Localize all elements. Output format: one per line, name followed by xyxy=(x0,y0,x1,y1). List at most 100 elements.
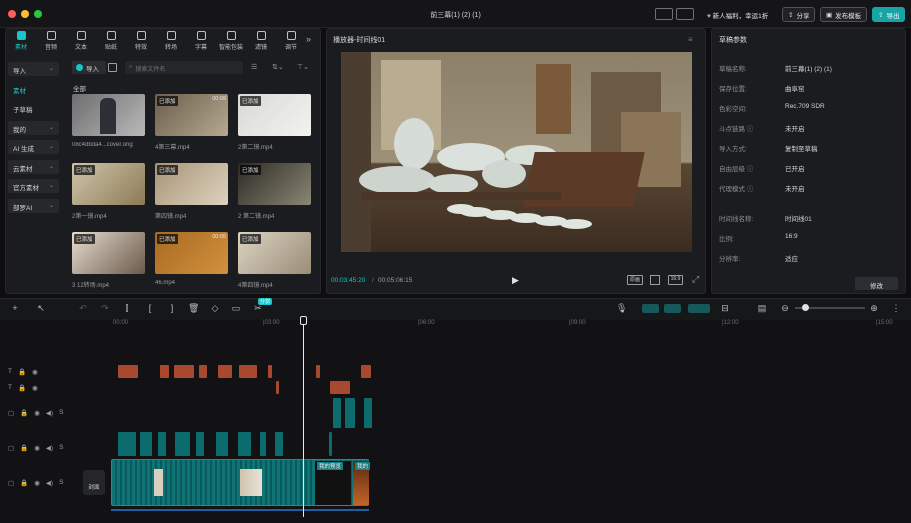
quality-button[interactable]: 原画 xyxy=(627,275,643,285)
mic-icon[interactable]: 🎙 xyxy=(616,303,627,313)
sort-icon[interactable]: ⇅⌄ xyxy=(272,63,284,71)
tab-sticker[interactable]: 贴纸 xyxy=(96,30,126,52)
list-view-icon[interactable]: ☰ xyxy=(251,63,257,71)
subtitle-clip[interactable] xyxy=(118,365,138,378)
tab-adjust[interactable]: 调节 xyxy=(276,30,306,52)
media-thumbnail[interactable]: 已添加 00:05 xyxy=(155,232,228,274)
media-thumbnail[interactable]: 已添加 xyxy=(155,163,228,205)
solo-icon[interactable]: S xyxy=(59,444,63,452)
trim-right-icon[interactable]: ] xyxy=(167,303,177,313)
audio-clip[interactable] xyxy=(175,432,190,456)
tab-text[interactable]: 文本 xyxy=(66,30,96,52)
subtitle-clip[interactable] xyxy=(174,365,194,378)
lock-icon[interactable]: 🔒 xyxy=(18,368,26,376)
grid-view-icon[interactable] xyxy=(108,63,117,72)
play-button[interactable]: ▶ xyxy=(512,275,519,286)
category-item[interactable]: 云素材 ⌄ xyxy=(8,159,59,174)
more-icon[interactable]: ⋮ xyxy=(891,303,901,313)
trim-left-icon[interactable]: [ xyxy=(145,303,155,313)
redo-icon[interactable]: ↷ xyxy=(100,303,110,313)
category-item[interactable]: 素材 xyxy=(8,82,59,96)
audio-clip[interactable] xyxy=(364,398,372,428)
zoom-out-icon[interactable]: ⊖ xyxy=(780,303,790,313)
tab-transition[interactable]: 转场 xyxy=(156,30,186,52)
fullscreen-icon[interactable]: ⤢ xyxy=(692,274,699,285)
category-item[interactable]: 我的 ⌄ xyxy=(8,120,59,135)
audio-clip[interactable] xyxy=(345,398,355,428)
eye-icon[interactable]: ◉ xyxy=(34,479,40,487)
media-thumbnail[interactable]: 已添加 xyxy=(238,94,311,136)
shortcut-icon[interactable] xyxy=(655,8,673,20)
add-icon[interactable]: + xyxy=(10,303,20,313)
category-item[interactable]: 部罗AI ⌄ xyxy=(8,198,59,213)
edit-draft-button[interactable]: 修改 xyxy=(855,277,898,290)
publish-template-button[interactable]: ▣ 发布模板 xyxy=(820,7,868,22)
category-item[interactable]: AI 生成 ⌄ xyxy=(8,140,59,154)
subtitle-clip[interactable] xyxy=(361,365,371,378)
lock-icon[interactable]: 🔒 xyxy=(18,384,26,392)
player-menu-icon[interactable]: ≡ xyxy=(688,35,693,44)
audio-clip[interactable] xyxy=(260,432,266,456)
volume-icon[interactable]: ◀) xyxy=(46,479,53,487)
media-thumbnail[interactable]: 已添加 00:09 xyxy=(155,94,228,136)
category-item[interactable]: 官方素材 ⌄ xyxy=(8,179,59,193)
tab-media[interactable]: 素材 xyxy=(6,30,36,52)
tab-smart-pack[interactable]: 智能包装 xyxy=(216,30,246,52)
audio-clip[interactable] xyxy=(238,432,251,456)
audio-clip[interactable] xyxy=(216,432,228,456)
import-button[interactable]: 导入 xyxy=(72,61,106,74)
freeze-icon[interactable]: ▭ xyxy=(231,303,241,313)
category-item[interactable]: 导入 ⌄ xyxy=(8,62,59,76)
audio-clip[interactable] xyxy=(333,398,341,428)
undo-icon[interactable]: ↶ xyxy=(78,303,88,313)
more-tabs-button[interactable]: » xyxy=(306,34,311,44)
eye-icon[interactable]: ◉ xyxy=(34,444,40,452)
subtitle-clip[interactable] xyxy=(218,365,232,378)
lock-icon[interactable]: 🔒 xyxy=(20,409,28,417)
tab-filter[interactable]: 滤镜 xyxy=(246,30,276,52)
audio-clip[interactable] xyxy=(329,432,332,456)
caption-icon[interactable]: ▤ xyxy=(757,303,767,313)
search-input[interactable]: ⌕ 搜索文件名 xyxy=(125,61,243,74)
tab-audio[interactable]: 音频 xyxy=(36,30,66,52)
share-button[interactable]: ⇪ 分享 xyxy=(782,7,816,22)
preview-axis-icon[interactable]: ⊟ xyxy=(720,303,730,313)
volume-icon[interactable]: ◀) xyxy=(46,409,53,417)
subtitle-clip[interactable] xyxy=(330,381,350,394)
zoom-slider-handle[interactable] xyxy=(802,304,809,311)
delete-icon[interactable]: 🗑 xyxy=(188,303,199,313)
category-item[interactable]: 子草稿 xyxy=(8,101,59,115)
subtitle-clip[interactable] xyxy=(316,365,320,378)
cover-button[interactable]: 封面 xyxy=(83,470,105,495)
filter-icon[interactable]: ⊤⌄ xyxy=(297,63,309,71)
solo-icon[interactable]: S xyxy=(59,479,63,487)
promo-link[interactable]: ♥ 新人福利，幸运1折 xyxy=(707,10,768,20)
subtitle-clip[interactable] xyxy=(276,381,279,394)
tab-effects[interactable]: 特效 xyxy=(126,30,156,52)
media-thumbnail[interactable]: 已添加 xyxy=(72,163,145,205)
media-thumbnail[interactable]: 已添加 xyxy=(72,232,145,274)
crop-icon[interactable] xyxy=(650,275,660,285)
audio-clip[interactable] xyxy=(118,432,136,456)
export-button[interactable]: ⇧ 导出 xyxy=(872,7,906,22)
tab-caption[interactable]: 字幕 xyxy=(186,30,216,52)
solo-icon[interactable]: S xyxy=(59,409,63,417)
volume-icon[interactable]: ◀) xyxy=(46,444,53,452)
media-thumbnail[interactable]: 已添加 xyxy=(238,232,311,274)
video-preview[interactable] xyxy=(341,52,692,252)
playhead[interactable] xyxy=(303,321,304,517)
split-icon[interactable]: ⫿ xyxy=(122,303,132,313)
zoom-in-icon[interactable]: ⊕ xyxy=(869,303,879,313)
marker-icon[interactable]: ◇ xyxy=(210,303,220,313)
snap-toggle[interactable] xyxy=(664,304,681,313)
ratio-button[interactable]: 16:9 xyxy=(668,275,683,285)
select-tool-icon[interactable]: ↖ xyxy=(36,303,46,313)
eye-icon[interactable]: ◉ xyxy=(32,384,38,392)
lock-icon[interactable]: 🔒 xyxy=(20,444,28,452)
subtitle-clip[interactable] xyxy=(239,365,257,378)
audio-clip[interactable] xyxy=(196,432,204,456)
subtitle-clip[interactable] xyxy=(199,365,207,378)
link-track-toggle[interactable] xyxy=(642,304,659,313)
lock-icon[interactable]: 🔒 xyxy=(20,479,28,487)
audio-clip[interactable] xyxy=(275,432,283,456)
